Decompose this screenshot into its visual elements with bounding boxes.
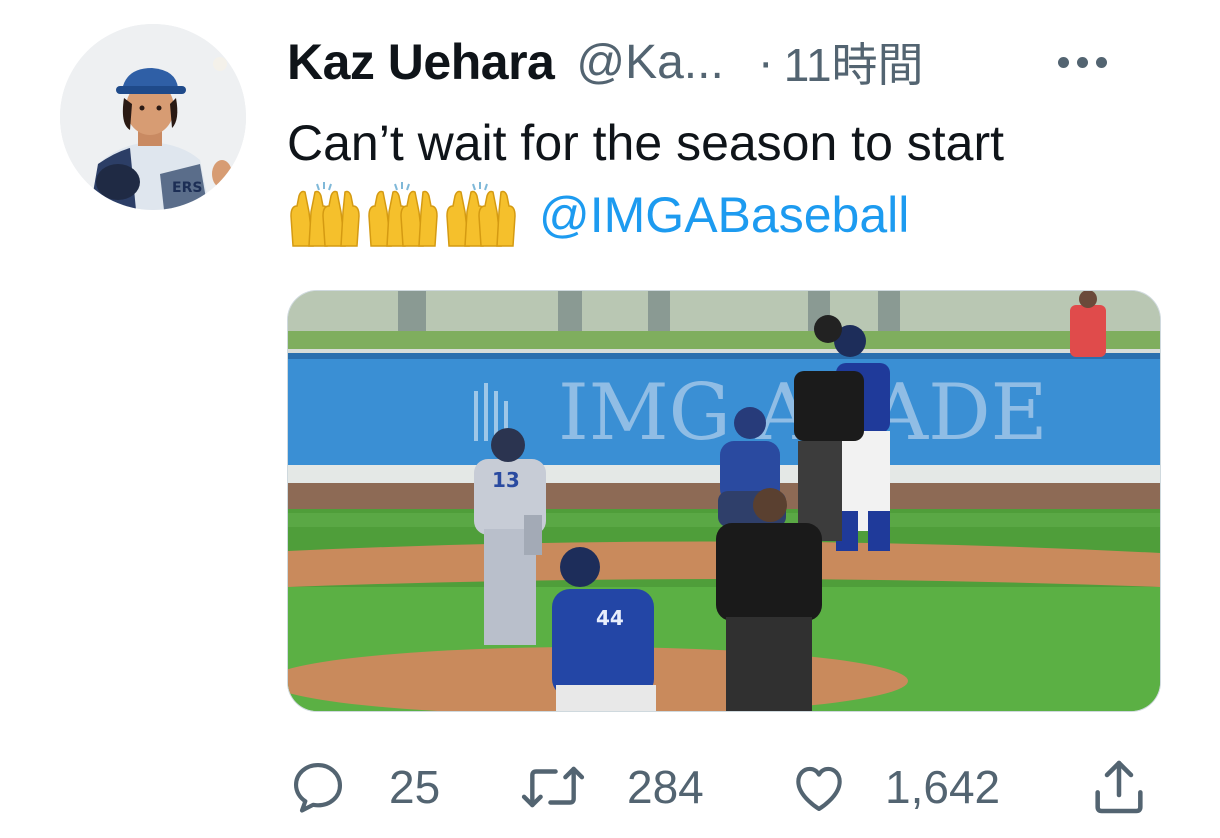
pitcher: 13 — [474, 428, 546, 645]
like-button[interactable]: 1,642 — [787, 752, 1000, 822]
tweet: ERS Kaz Uehara @Ka... · 11時間 Can’t wait … — [0, 0, 1220, 838]
retweet-count: 284 — [627, 761, 704, 813]
raising-hands-icon — [368, 182, 438, 247]
retweet-icon — [521, 766, 585, 808]
fielder-jersey-number: 44 — [596, 606, 624, 630]
mention-link[interactable]: @IMGABaseball — [539, 186, 909, 244]
tweet-header: Kaz Uehara @Ka... · 11時間 — [287, 30, 1167, 94]
avatar-photo: ERS — [60, 24, 246, 210]
heart-icon — [796, 766, 842, 812]
reply-icon — [293, 762, 343, 813]
retweet-button[interactable]: 284 — [519, 752, 704, 822]
like-count: 1,642 — [885, 761, 1001, 813]
timestamp[interactable]: 11時間 — [784, 29, 924, 95]
svg-text:ERS: ERS — [172, 180, 202, 196]
share-icon — [1095, 760, 1143, 814]
raising-hands-icon — [290, 182, 360, 247]
action-bar: 25 284 1,642 — [287, 752, 1167, 822]
tweet-text-line2: @IMGABaseball — [287, 180, 909, 250]
raising-hands-emoji-group — [287, 182, 517, 248]
avatar[interactable]: ERS — [60, 24, 246, 210]
author-name[interactable]: Kaz Uehara — [287, 33, 555, 91]
tweet-text: Can’t wait for the season to start — [287, 115, 1005, 171]
tweet-media[interactable]: IMG ACADE 13 44 — [287, 290, 1161, 712]
reply-count: 25 — [389, 761, 441, 813]
reply-button[interactable]: 25 — [287, 752, 440, 822]
share-button[interactable] — [1087, 752, 1151, 822]
pitcher-jersey-number: 13 — [492, 468, 520, 492]
separator-dot: · — [757, 35, 774, 89]
more-options-icon[interactable] — [1058, 30, 1107, 94]
raising-hands-icon — [446, 182, 516, 247]
baseball-photo: IMG ACADE 13 44 — [288, 291, 1160, 711]
author-handle[interactable]: @Ka... — [576, 35, 723, 90]
